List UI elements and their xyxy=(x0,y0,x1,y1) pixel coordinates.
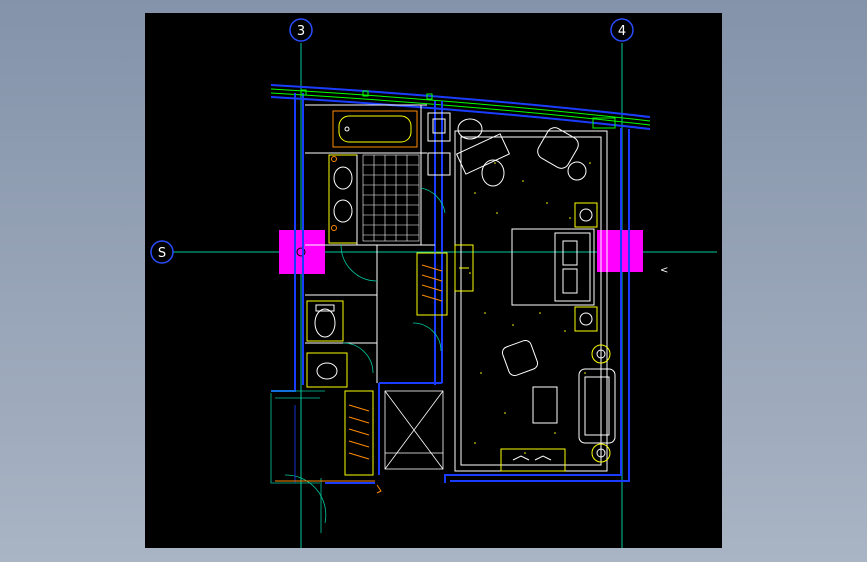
wardrobe-lower xyxy=(344,390,374,476)
section-marker-icon: < xyxy=(660,265,668,276)
bathtub xyxy=(332,110,418,148)
sofa xyxy=(578,368,616,444)
corridor-lines xyxy=(270,390,325,533)
entry-console xyxy=(500,448,566,472)
carpet-dots xyxy=(469,162,591,454)
grid-bubble-4: 4 xyxy=(610,18,634,42)
floor-plan: 3 4 S < xyxy=(150,18,717,548)
storage-cabinet xyxy=(427,112,451,176)
entry-corridor xyxy=(384,390,444,470)
grid-label-s: S xyxy=(158,246,166,261)
toilet xyxy=(306,300,344,342)
grid-label-3: 3 xyxy=(297,24,305,39)
coffee-table xyxy=(532,386,558,424)
bed xyxy=(511,228,595,306)
armchair xyxy=(501,339,539,377)
grid-label-4: 4 xyxy=(618,24,626,39)
shower-tiles xyxy=(362,154,420,242)
cad-drawing-canvas[interactable]: 3 4 S < xyxy=(145,13,722,548)
lounge-chair-top xyxy=(537,127,587,181)
vanity-sinks xyxy=(328,154,358,244)
grid-bubble-3: 3 xyxy=(289,18,313,42)
grid-bubble-s: S xyxy=(150,240,174,264)
writing-desk xyxy=(455,118,511,187)
powder-sink xyxy=(306,352,348,388)
